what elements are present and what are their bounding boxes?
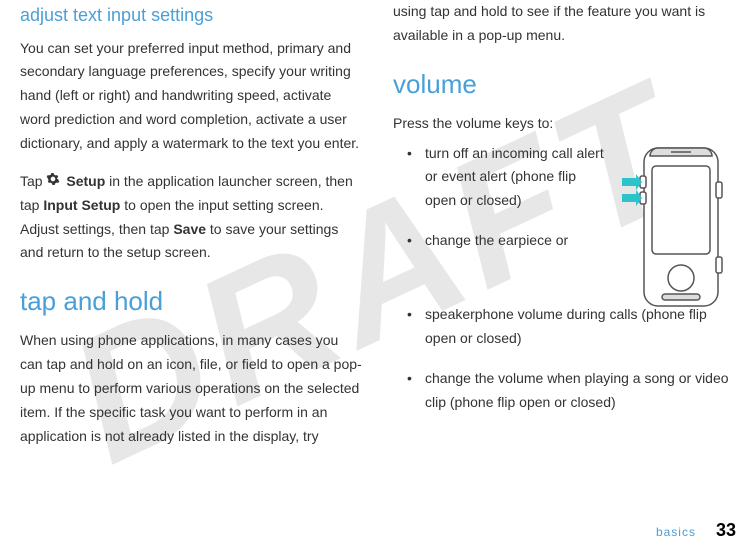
page-footer: basics 33 xyxy=(656,520,736,541)
volume-list-continued: speakerphone volume during calls (phone … xyxy=(393,303,736,414)
gear-icon xyxy=(46,170,60,194)
paragraph-tap-and-hold: When using phone applications, in many c… xyxy=(20,329,363,448)
list-item-text: change the earpiece or xyxy=(425,232,568,248)
save-label: Save xyxy=(173,221,206,237)
list-item-text: speakerphone volume during calls (phone … xyxy=(425,306,707,346)
paragraph-input-settings: You can set your preferred input method,… xyxy=(20,37,363,156)
page-content: adjust text input settings You can set y… xyxy=(0,0,756,462)
list-item: turn off an incoming call alert or event… xyxy=(425,142,604,213)
heading-tap-and-hold: tap and hold xyxy=(20,279,363,323)
paragraph-volume-intro: Press the volume keys to: xyxy=(393,112,736,136)
right-column: using tap and hold to see if the feature… xyxy=(393,0,736,462)
volume-row: turn off an incoming call alert or event… xyxy=(393,142,736,320)
arrow-icon xyxy=(622,190,642,206)
paragraph-continuation: using tap and hold to see if the feature… xyxy=(393,0,736,48)
heading-adjust-text-input: adjust text input settings xyxy=(20,0,363,31)
input-setup-label: Input Setup xyxy=(43,197,120,213)
volume-bullets-wrap: turn off an incoming call alert or event… xyxy=(393,142,604,253)
volume-list: turn off an incoming call alert or event… xyxy=(393,142,604,253)
footer-page-number: 33 xyxy=(716,520,736,541)
setup-label: Setup xyxy=(66,173,105,189)
text-fragment: Tap xyxy=(20,173,46,189)
left-column: adjust text input settings You can set y… xyxy=(20,0,363,462)
paragraph-setup-instructions: Tap Setup in the application launcher sc… xyxy=(20,170,363,266)
footer-section-label: basics xyxy=(656,525,696,539)
heading-volume: volume xyxy=(393,62,736,106)
list-item-continuation: speakerphone volume during calls (phone … xyxy=(425,303,736,351)
list-item: change the volume when playing a song or… xyxy=(425,367,736,415)
device-illustration xyxy=(616,142,736,320)
list-item: change the earpiece or xyxy=(425,229,604,253)
arrow-icon xyxy=(622,174,642,190)
